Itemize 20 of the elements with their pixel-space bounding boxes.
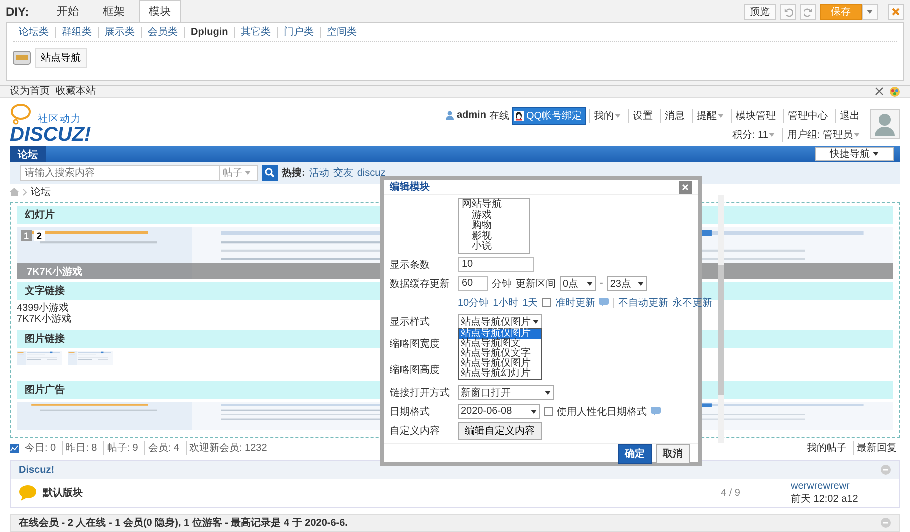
hot-label: 热搜:	[282, 166, 306, 180]
diy-label: DIY:	[6, 5, 30, 21]
stat-text: 昨日: 8	[62, 441, 100, 455]
checkbox-label: 使用人性化日期格式	[557, 406, 647, 418]
field-label: 显示样式	[390, 316, 431, 328]
online-status: 在线	[489, 110, 510, 122]
stat-text: 欢迎新会员: 1232	[186, 441, 270, 455]
dialog-title: 编辑模块	[390, 180, 430, 194]
last-post-time: 前天 12:02 a12	[791, 492, 860, 506]
field-label: 日期格式	[390, 406, 431, 418]
stat-text: 今日: 0	[24, 442, 58, 455]
field-label: 链接打开方式	[390, 386, 451, 400]
stat-text: 帖子: 9	[103, 441, 142, 455]
field-label: 缩略图宽度	[390, 338, 441, 351]
field-label: 缩略图高度	[390, 364, 441, 377]
stat-text: 会员: 4	[144, 441, 182, 455]
online-summary: 在线会员 - 2 人在线 - 1 会员(0 隐身), 1 位游客 - 最高记录是 4 于 2020-6-6.	[19, 516, 348, 530]
field-label: 自定义内容	[390, 424, 441, 438]
forum-counts: 4 / 9	[721, 488, 742, 498]
logo-tagline: 社区动力	[38, 112, 83, 126]
